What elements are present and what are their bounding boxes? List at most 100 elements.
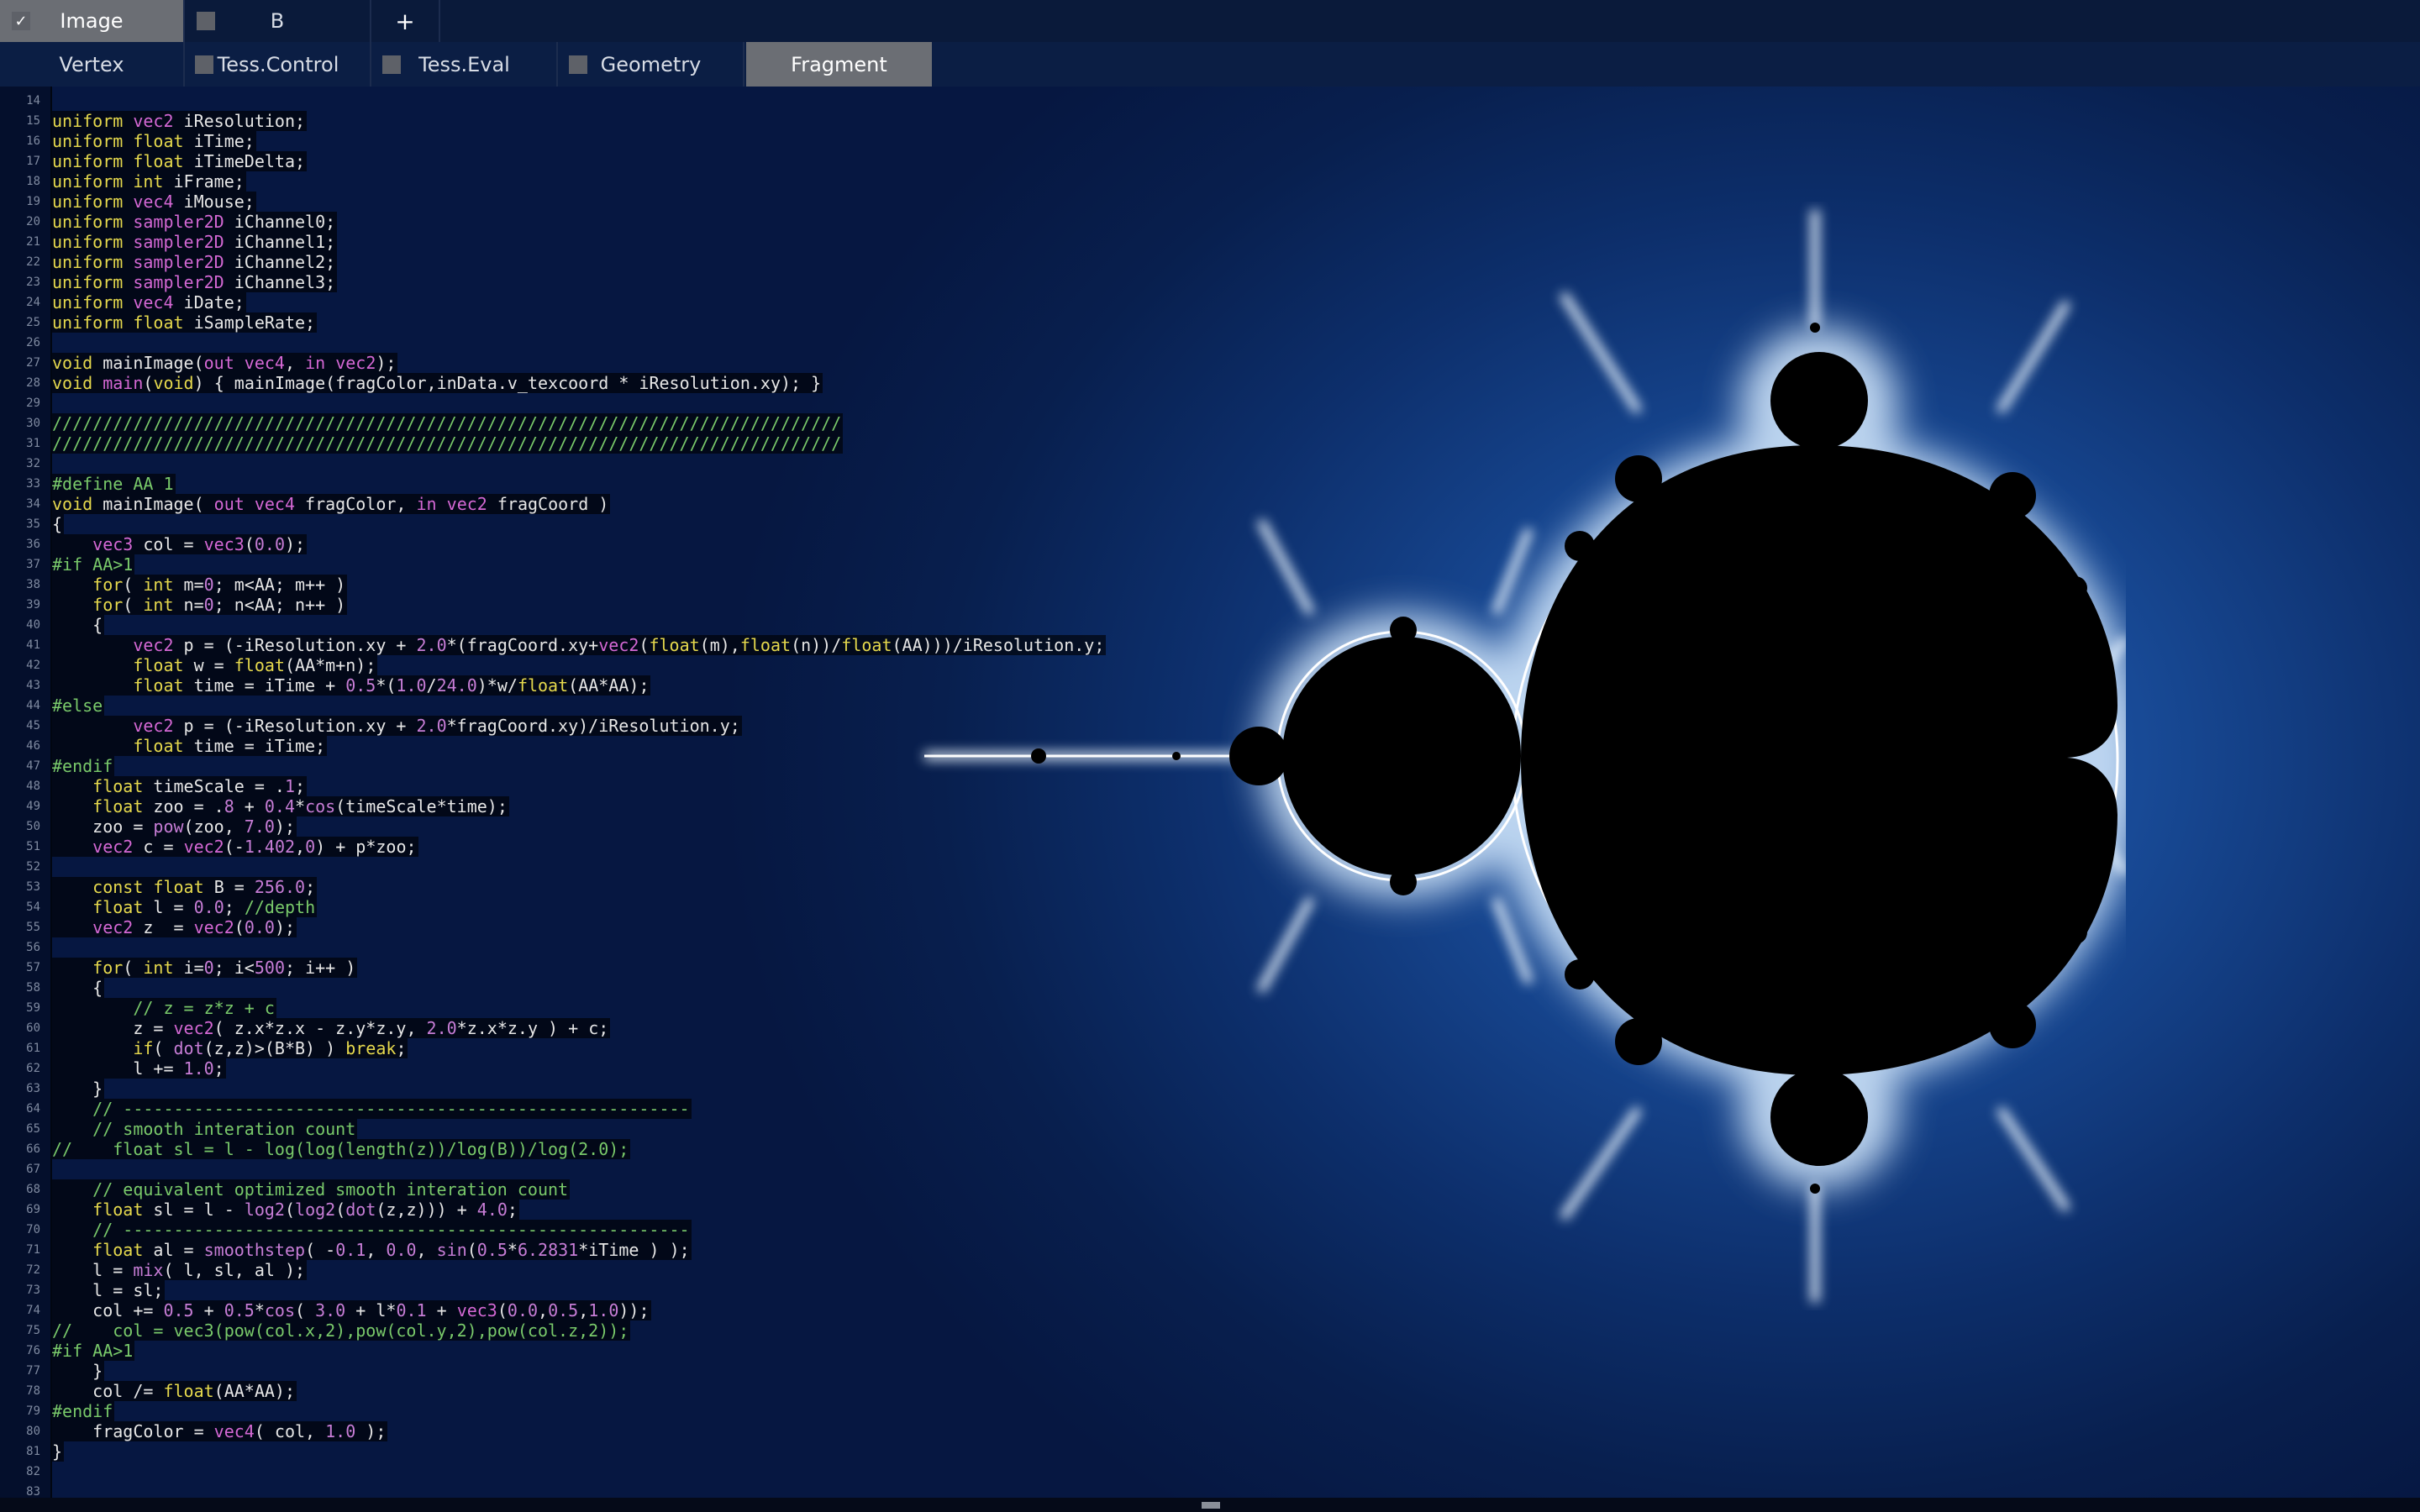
code-line: 59 // z = z*z + c [0,998,1176,1018]
code-text: void mainImage( out vec4 fragColor, in v… [52,494,611,514]
tab-vertex-label: Vertex [59,52,124,76]
code-line: 49 float zoo = .8 + 0.4*cos(timeScale*ti… [0,796,1176,816]
plus-icon: + [395,7,415,35]
line-number: 38 [26,578,40,591]
code-text: #endif [52,1401,115,1421]
image-checkbox[interactable]: ✓ [12,12,30,30]
line-number: 20 [26,215,40,228]
line-number: 66 [26,1142,40,1156]
code-line: 47 #endif [0,756,1176,776]
code-text: fragColor = vec4( col, 1.0 ); [52,1421,388,1441]
code-line: 32 [0,454,1176,474]
code-text: const float B = 256.0; [52,877,318,897]
line-number: 23 [26,276,40,289]
line-number: 76 [26,1344,40,1357]
code-line: 62 l += 1.0; [0,1058,1176,1079]
code-line: 40 { [0,615,1176,635]
line-number: 64 [26,1102,40,1116]
code-text: col += 0.5 + 0.5*cos( 3.0 + l*0.1 + vec3… [52,1300,651,1320]
code-line: 29 [0,393,1176,413]
line-number: 69 [26,1203,40,1216]
code-text: uniform sampler2D iChannel0; [52,212,338,232]
code-text: uniform vec4 iMouse; [52,192,256,212]
code-line: 48 float timeScale = .1; [0,776,1176,796]
code-text: } [52,1079,105,1099]
code-line: 20 uniform sampler2D iChannel0; [0,212,1176,232]
tab-b[interactable]: B [185,0,371,42]
tess-eval-checkbox[interactable] [382,55,401,74]
b-checkbox[interactable] [197,12,215,30]
code-line: 37 #if AA>1 [0,554,1176,575]
code-line: 81} [0,1441,1176,1462]
code-line: 27 void mainImage(out vec4, in vec2); [0,353,1176,373]
line-number: 55 [26,921,40,934]
code-line: 72 l = mix( l, sl, al ); [0,1260,1176,1280]
code-line: 34 void mainImage( out vec4 fragColor, in… [0,494,1176,514]
code-line: 15 uniform vec2 iResolution; [0,111,1176,131]
tab-image[interactable]: ✓ Image [0,0,185,42]
line-number: 79 [26,1404,40,1418]
code-line: 19 uniform vec4 iMouse; [0,192,1176,212]
code-text: } [52,1441,65,1462]
code-text: float timeScale = .1; [52,776,308,796]
code-line: 33 #define AA 1 [0,474,1176,494]
line-number: 41 [26,638,40,652]
line-number: 43 [26,679,40,692]
code-text: l = sl; [52,1280,166,1300]
line-number: 24 [26,296,40,309]
code-text: uniform sampler2D iChannel2; [52,252,338,272]
line-number: 49 [26,800,40,813]
line-number: 82 [26,1465,40,1478]
code-text: l += 1.0; [52,1058,226,1079]
code-text: for( int n=0; n<AA; n++ ) [52,595,348,615]
line-number: 14 [26,94,40,108]
tab-tess-eval-label: Tess.Eval [418,52,510,76]
code-line: 58 { [0,978,1176,998]
code-text: uniform sampler2D iChannel1; [52,232,338,252]
tab-geometry-label: Geometry [600,52,702,76]
code-text: #define AA 1 [52,474,176,494]
code-line: 16 uniform float iTime; [0,131,1176,151]
tab-tess-eval[interactable]: Tess.Eval [372,42,558,87]
code-editor[interactable]: 14 15 uniform vec2 iResolution; 16 uniform f… [0,91,1176,1502]
line-number: 68 [26,1183,40,1196]
add-buffer-button[interactable]: + [371,0,440,42]
code-line: 53 const float B = 256.0; [0,877,1176,897]
tab-tess-control[interactable]: Tess.Control [187,42,371,87]
line-number: 28 [26,376,40,390]
line-number: 58 [26,981,40,995]
line-number: 59 [26,1001,40,1015]
code-line: 36 vec3 col = vec3(0.0); [0,534,1176,554]
tab-vertex[interactable]: Vertex [0,42,185,87]
code-line: 70 // ----------------------------------… [0,1220,1176,1240]
code-text: vec2 p = (-iResolution.xy + 2.0*(fragCoo… [52,635,1107,655]
line-number: 74 [26,1304,40,1317]
line-number: 56 [26,941,40,954]
line-number: 67 [26,1163,40,1176]
code-line: 46 float time = iTime; [0,736,1176,756]
code-line: 43 float time = iTime + 0.5*(1.0/24.0)*w… [0,675,1176,696]
code-line: 56 [0,937,1176,958]
code-line: 63 } [0,1079,1176,1099]
code-line: 30 //////////////////////////////////////… [0,413,1176,433]
code-text: vec2 c = vec2(-1.402,0) + p*zoo; [52,837,418,857]
code-text: uniform float iSampleRate; [52,312,318,333]
tess-control-checkbox[interactable] [195,55,213,74]
code-text: #else [52,696,105,716]
line-number: 50 [26,820,40,833]
code-line: 38 for( int m=0; m<AA; m++ ) [0,575,1176,595]
code-text: if( dot(z,z)>(B*B) ) break; [52,1038,408,1058]
tab-fragment-label: Fragment [791,52,887,76]
code-line: 79 #endif [0,1401,1176,1421]
resize-grip-icon[interactable] [1202,1502,1220,1509]
tab-geometry[interactable]: Geometry [559,42,744,87]
code-line: 51 vec2 c = vec2(-1.402,0) + p*zoo; [0,837,1176,857]
line-number: 62 [26,1062,40,1075]
tab-fragment[interactable]: Fragment [746,42,932,87]
geometry-checkbox[interactable] [569,55,587,74]
code-line: 82 [0,1462,1176,1482]
line-number: 16 [26,134,40,148]
code-text: for( int i=0; i<500; i++ ) [52,958,358,978]
